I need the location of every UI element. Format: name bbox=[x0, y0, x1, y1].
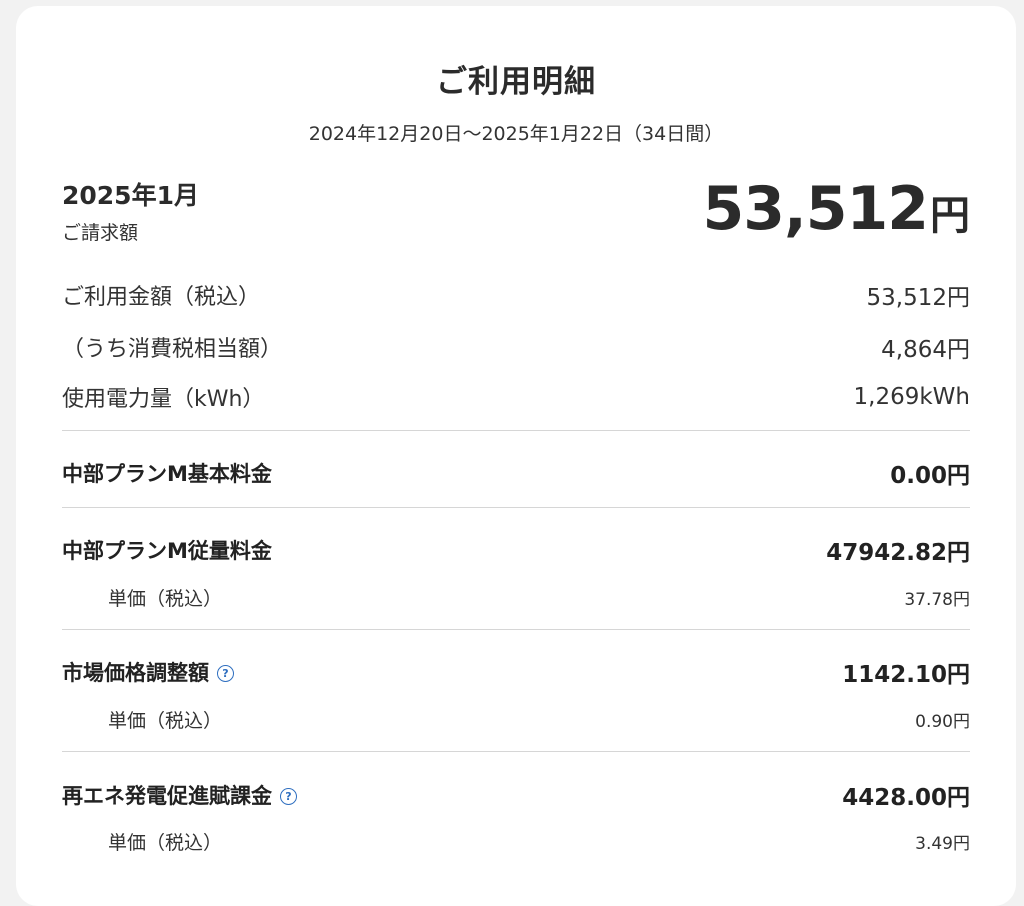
renewable-surcharge-value: 4428.00円 bbox=[842, 785, 970, 811]
renewable-unit-price-value: 3.49円 bbox=[915, 834, 970, 854]
total-amount-unit: 円 bbox=[930, 193, 970, 239]
renewable-unit-price-label: 単価（税込） bbox=[108, 832, 223, 854]
renewable-unit-price-row: 単価（税込） 3.49円 bbox=[62, 828, 970, 855]
power-usage-label: 使用電力量（kWh） bbox=[62, 387, 265, 412]
consumption-tax-label: （うち消費税相当額） bbox=[62, 337, 283, 362]
divider bbox=[62, 751, 970, 752]
basic-charge-label: 中部プランM基本料金 bbox=[62, 462, 272, 486]
power-usage-value: 1,269kWh bbox=[853, 384, 970, 410]
usage-amount-value: 53,512円 bbox=[866, 285, 970, 311]
divider bbox=[62, 629, 970, 630]
billing-amount-label: ご請求額 bbox=[62, 222, 139, 244]
usage-amount-row: ご利用金額（税込） 53,512円 bbox=[62, 278, 970, 312]
usage-unit-price-row: 単価（税込） 37.78円 bbox=[62, 584, 970, 611]
usage-charge-row: 中部プランM従量料金 47942.82円 bbox=[62, 533, 970, 567]
power-usage-row: 使用電力量（kWh） 1,269kWh bbox=[62, 381, 970, 413]
usage-unit-price-value: 37.78円 bbox=[904, 590, 970, 610]
renewable-surcharge-label-wrap: 再エネ発電促進賦課金? bbox=[62, 780, 297, 810]
basic-charge-value: 0.00円 bbox=[890, 463, 970, 489]
usage-amount-label: ご利用金額（税込） bbox=[62, 285, 261, 310]
usage-charge-label: 中部プランM従量料金 bbox=[62, 539, 272, 563]
market-adjustment-value: 1142.10円 bbox=[842, 662, 970, 688]
statement-card: ご利用明細 2024年12月20日〜2025年1月22日（34日間） 2025年… bbox=[16, 6, 1016, 906]
consumption-tax-value: 4,864円 bbox=[881, 337, 970, 363]
market-unit-price-row: 単価（税込） 0.90円 bbox=[62, 706, 970, 733]
billing-period: 2024年12月20日〜2025年1月22日（34日間） bbox=[308, 123, 724, 145]
usage-charge-value: 47942.82円 bbox=[826, 540, 970, 566]
divider bbox=[62, 507, 970, 508]
renewable-surcharge-label: 再エネ発電促進賦課金 bbox=[62, 784, 272, 808]
consumption-tax-row: （うち消費税相当額） 4,864円 bbox=[62, 330, 970, 364]
help-circle-icon[interactable]: ? bbox=[280, 788, 297, 805]
market-unit-price-label: 単価（税込） bbox=[108, 710, 223, 732]
basic-charge-row: 中部プランM基本料金 0.00円 bbox=[62, 456, 970, 490]
total-billing-amount: 53,512円 bbox=[702, 174, 970, 244]
page-title: ご利用明細 bbox=[436, 64, 596, 100]
market-adjustment-label: 市場価格調整額 bbox=[62, 661, 209, 685]
renewable-surcharge-row: 再エネ発電促進賦課金? 4428.00円 bbox=[62, 778, 970, 812]
market-adjustment-row: 市場価格調整額? 1142.10円 bbox=[62, 655, 970, 689]
usage-unit-price-label: 単価（税込） bbox=[108, 588, 223, 610]
divider bbox=[62, 430, 970, 431]
billing-month: 2025年1月 bbox=[62, 181, 199, 210]
total-amount-value: 53,512 bbox=[702, 174, 929, 244]
market-unit-price-value: 0.90円 bbox=[915, 712, 970, 732]
market-adjustment-label-wrap: 市場価格調整額? bbox=[62, 657, 234, 687]
help-circle-icon[interactable]: ? bbox=[217, 665, 234, 682]
